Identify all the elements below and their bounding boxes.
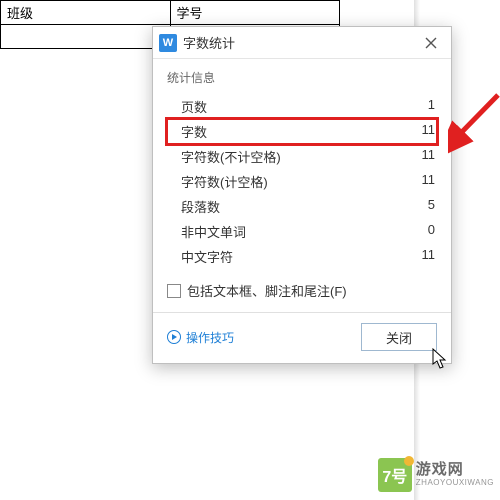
stat-label: 段落数 — [181, 197, 220, 216]
include-textbox-checkbox[interactable]: 包括文本框、脚注和尾注(F) — [167, 281, 437, 300]
stat-row-noncjk-words: 非中文单词 0 — [167, 219, 437, 244]
dialog-titlebar: W 字数统计 — [153, 27, 451, 59]
tips-link[interactable]: 操作技巧 — [167, 329, 234, 346]
close-icon[interactable] — [417, 31, 445, 55]
stat-value: 1 — [428, 97, 435, 116]
watermark-badge: 7号 — [378, 458, 412, 492]
stat-label: 非中文单词 — [181, 222, 246, 241]
stat-row-chars-nospace: 字符数(不计空格) 11 — [167, 144, 437, 169]
divider — [153, 312, 451, 313]
stat-label: 页数 — [181, 97, 207, 116]
stat-row-words: 字数 11 — [167, 119, 437, 144]
stat-row-cjk-chars: 中文字符 11 — [167, 244, 437, 269]
stat-label: 字符数(计空格) — [181, 172, 268, 191]
stat-row-pages: 页数 1 — [167, 94, 437, 119]
checkbox-icon[interactable] — [167, 284, 181, 298]
word-count-dialog: W 字数统计 统计信息 页数 1 字数 11 字符数(不计空格) 11 字符数(… — [152, 26, 452, 364]
stat-label: 中文字符 — [181, 247, 233, 266]
close-button[interactable]: 关闭 — [361, 323, 437, 351]
section-label: 统计信息 — [167, 69, 437, 86]
stat-value: 11 — [422, 147, 436, 166]
stat-value: 11 — [422, 247, 436, 266]
stat-row-chars-space: 字符数(计空格) 11 — [167, 169, 437, 194]
stat-value: 11 — [422, 122, 436, 141]
app-icon: W — [159, 34, 177, 52]
annotation-arrow-icon — [448, 90, 500, 160]
play-icon — [167, 330, 181, 344]
stat-row-paragraphs: 段落数 5 — [167, 194, 437, 219]
stat-value: 5 — [428, 197, 435, 216]
dialog-title: 字数统计 — [183, 33, 417, 52]
checkbox-label: 包括文本框、脚注和尾注(F) — [187, 281, 347, 300]
watermark-cn: 游戏网 — [416, 462, 494, 479]
bg-th-id: 学号 — [170, 1, 340, 25]
watermark: 7号 游戏网 ZHAOYOUXIWANG — [378, 458, 494, 492]
stat-value: 0 — [428, 222, 435, 241]
stat-value: 11 — [422, 172, 436, 191]
stat-label: 字符数(不计空格) — [181, 147, 281, 166]
tips-label: 操作技巧 — [186, 329, 234, 346]
watermark-py: ZHAOYOUXIWANG — [416, 479, 494, 488]
stat-label: 字数 — [181, 122, 207, 141]
bg-th-class: 班级 — [1, 1, 171, 25]
